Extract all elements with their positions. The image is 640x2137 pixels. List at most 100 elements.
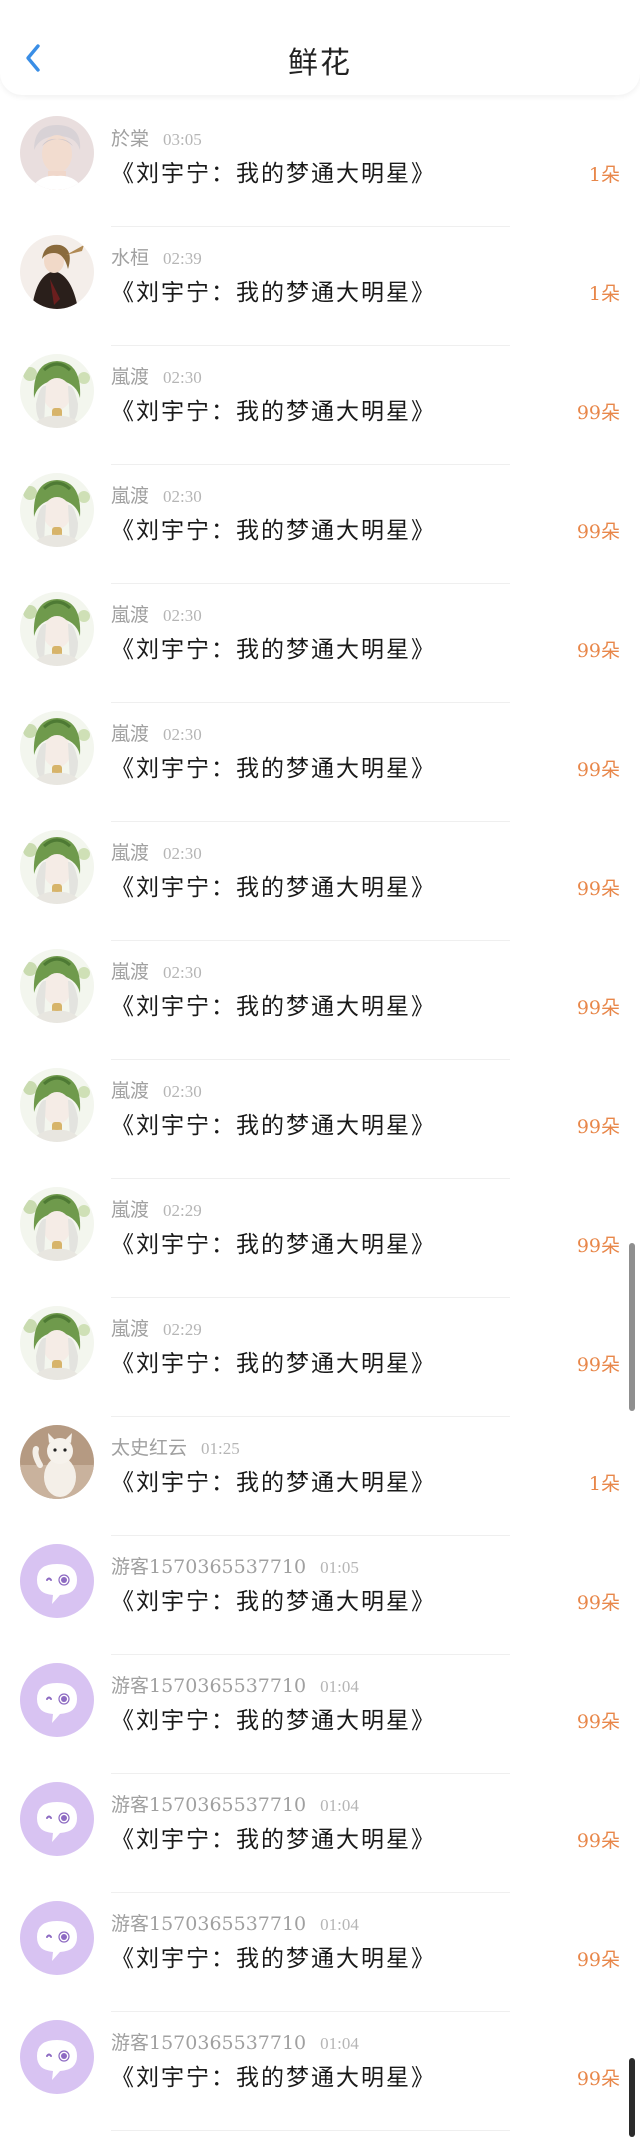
work-title: 《刘宇宁：我的梦通大明星》 xyxy=(111,161,436,187)
item-meta: 嵐渡 02:30 xyxy=(111,481,202,508)
hooded-girl-avatar-icon xyxy=(20,711,94,785)
item-meta: 游客1570365537710 01:04 xyxy=(111,1909,359,1936)
avatar[interactable] xyxy=(20,116,94,190)
avatar[interactable] xyxy=(20,1068,94,1142)
avatar[interactable] xyxy=(20,2020,94,2094)
list-item[interactable]: 嵐渡 02:29 《刘宇宁：我的梦通大明星》 99朵 xyxy=(0,1179,640,1298)
work-title: 《刘宇宁：我的梦通大明星》 xyxy=(111,994,436,1020)
work-title: 《刘宇宁：我的梦通大明星》 xyxy=(111,2065,436,2091)
scrollbar-thumb[interactable] xyxy=(629,2058,635,2137)
item-meta: 嵐渡 02:30 xyxy=(111,362,202,389)
flower-count: 99朵 xyxy=(576,2068,620,2090)
avatar[interactable] xyxy=(20,711,94,785)
timestamp: 02:30 xyxy=(163,368,202,387)
hooded-girl-avatar-icon xyxy=(20,592,94,666)
item-meta: 水桓 02:39 xyxy=(111,243,202,270)
timestamp: 01:04 xyxy=(320,1677,359,1696)
avatar[interactable] xyxy=(20,1901,94,1975)
list-item[interactable]: 嵐渡 02:30 《刘宇宁：我的梦通大明星》 99朵 xyxy=(0,822,640,941)
list-item[interactable]: 游客1570365537710 01:04 《刘宇宁：我的梦通大明星》 99朵 xyxy=(0,1774,640,1893)
work-title: 《刘宇宁：我的梦通大明星》 xyxy=(111,1470,436,1496)
list-item[interactable]: 太史红云 01:25 《刘宇宁：我的梦通大明星》 1朵 xyxy=(0,1417,640,1536)
flower-count: 99朵 xyxy=(576,521,620,543)
list-item[interactable]: 嵐渡 02:30 《刘宇宁：我的梦通大明星》 99朵 xyxy=(0,703,640,822)
avatar[interactable] xyxy=(20,1306,94,1380)
list-item[interactable]: 游客1570365537710 01:04 《刘宇宁：我的梦通大明星》 99朵 xyxy=(0,2012,640,2131)
user-name: 嵐渡 xyxy=(111,842,150,864)
item-meta: 游客1570365537710 01:04 xyxy=(111,1790,359,1817)
item-meta: 嵐渡 02:30 xyxy=(111,838,202,865)
user-name: 嵐渡 xyxy=(111,1080,150,1102)
item-meta: 嵐渡 02:29 xyxy=(111,1314,202,1341)
list-item[interactable]: 嵐渡 02:29 《刘宇宁：我的梦通大明星》 99朵 xyxy=(0,1298,640,1417)
flower-count: 99朵 xyxy=(576,1235,620,1257)
avatar[interactable] xyxy=(20,830,94,904)
list-item[interactable]: 嵐渡 02:30 《刘宇宁：我的梦通大明星》 99朵 xyxy=(0,346,640,465)
timestamp: 02:39 xyxy=(163,249,202,268)
timestamp: 02:29 xyxy=(163,1320,202,1339)
user-name: 嵐渡 xyxy=(111,366,150,388)
hooded-girl-avatar-icon xyxy=(20,830,94,904)
flower-count: 99朵 xyxy=(576,1592,620,1614)
user-name: 嵐渡 xyxy=(111,1199,150,1221)
top-bar: 鲜花 xyxy=(0,0,640,95)
user-name: 太史红云 xyxy=(111,1437,188,1459)
user-name: 游客1570365537710 xyxy=(111,1913,307,1935)
hooded-girl-avatar-icon xyxy=(20,949,94,1023)
work-title: 《刘宇宁：我的梦通大明星》 xyxy=(111,875,436,901)
work-title: 《刘宇宁：我的梦通大明星》 xyxy=(111,399,436,425)
chat-bubble-avatar-icon xyxy=(20,1901,94,1975)
hooded-girl-avatar-icon xyxy=(20,1187,94,1261)
list-item[interactable]: 嵐渡 02:30 《刘宇宁：我的梦通大明星》 99朵 xyxy=(0,941,640,1060)
user-name: 游客1570365537710 xyxy=(111,1675,307,1697)
avatar[interactable] xyxy=(20,1425,94,1499)
item-meta: 太史红云 01:25 xyxy=(111,1433,240,1460)
chat-bubble-avatar-icon xyxy=(20,1782,94,1856)
user-name: 游客1570365537710 xyxy=(111,1794,307,1816)
divider xyxy=(111,2130,510,2131)
list-item[interactable]: 嵐渡 02:30 《刘宇宁：我的梦通大明星》 99朵 xyxy=(0,465,640,584)
work-title: 《刘宇宁：我的梦通大明星》 xyxy=(111,1232,436,1258)
work-title: 《刘宇宁：我的梦通大明星》 xyxy=(111,1827,436,1853)
item-meta: 嵐渡 02:30 xyxy=(111,719,202,746)
user-name: 嵐渡 xyxy=(111,723,150,745)
work-title: 《刘宇宁：我的梦通大明星》 xyxy=(111,1113,436,1139)
list-item[interactable]: 游客1570365537710 01:05 《刘宇宁：我的梦通大明星》 99朵 xyxy=(0,1536,640,1655)
avatar[interactable] xyxy=(20,1663,94,1737)
scrollbar-indicator[interactable] xyxy=(629,1243,635,1411)
timestamp: 02:30 xyxy=(163,844,202,863)
avatar[interactable] xyxy=(20,949,94,1023)
avatar[interactable] xyxy=(20,473,94,547)
user-name: 嵐渡 xyxy=(111,1318,150,1340)
list-item[interactable]: 嵐渡 02:30 《刘宇宁：我的梦通大明星》 99朵 xyxy=(0,584,640,703)
list-item[interactable]: 水桓 02:39 《刘宇宁：我的梦通大明星》 1朵 xyxy=(0,227,640,346)
avatar[interactable] xyxy=(20,235,94,309)
avatar[interactable] xyxy=(20,354,94,428)
list-item[interactable]: 於棠 03:05 《刘宇宁：我的梦通大明星》 1朵 xyxy=(0,108,640,227)
avatar[interactable] xyxy=(20,1782,94,1856)
timestamp: 02:30 xyxy=(163,963,202,982)
timestamp: 02:30 xyxy=(163,725,202,744)
portrait-avatar-icon xyxy=(20,116,94,190)
user-name: 嵐渡 xyxy=(111,485,150,507)
user-name: 嵐渡 xyxy=(111,961,150,983)
hooded-girl-avatar-icon xyxy=(20,473,94,547)
list-item[interactable]: 嵐渡 02:30 《刘宇宁：我的梦通大明星》 99朵 xyxy=(0,1060,640,1179)
list-item[interactable]: 游客1570365537710 01:04 《刘宇宁：我的梦通大明星》 99朵 xyxy=(0,1893,640,2012)
avatar[interactable] xyxy=(20,1544,94,1618)
user-name: 水桓 xyxy=(111,247,150,269)
hooded-girl-avatar-icon xyxy=(20,354,94,428)
work-title: 《刘宇宁：我的梦通大明星》 xyxy=(111,1946,436,1972)
timestamp: 03:05 xyxy=(163,130,202,149)
item-meta: 嵐渡 02:30 xyxy=(111,1076,202,1103)
flower-count: 99朵 xyxy=(576,402,620,424)
flower-count: 99朵 xyxy=(576,1116,620,1138)
avatar[interactable] xyxy=(20,592,94,666)
user-name: 游客1570365537710 xyxy=(111,1556,307,1578)
work-title: 《刘宇宁：我的梦通大明星》 xyxy=(111,280,436,306)
item-meta: 於棠 03:05 xyxy=(111,124,202,151)
timestamp: 01:25 xyxy=(201,1439,240,1458)
flower-count: 99朵 xyxy=(576,1949,620,1971)
list-item[interactable]: 游客1570365537710 01:04 《刘宇宁：我的梦通大明星》 99朵 xyxy=(0,1655,640,1774)
avatar[interactable] xyxy=(20,1187,94,1261)
